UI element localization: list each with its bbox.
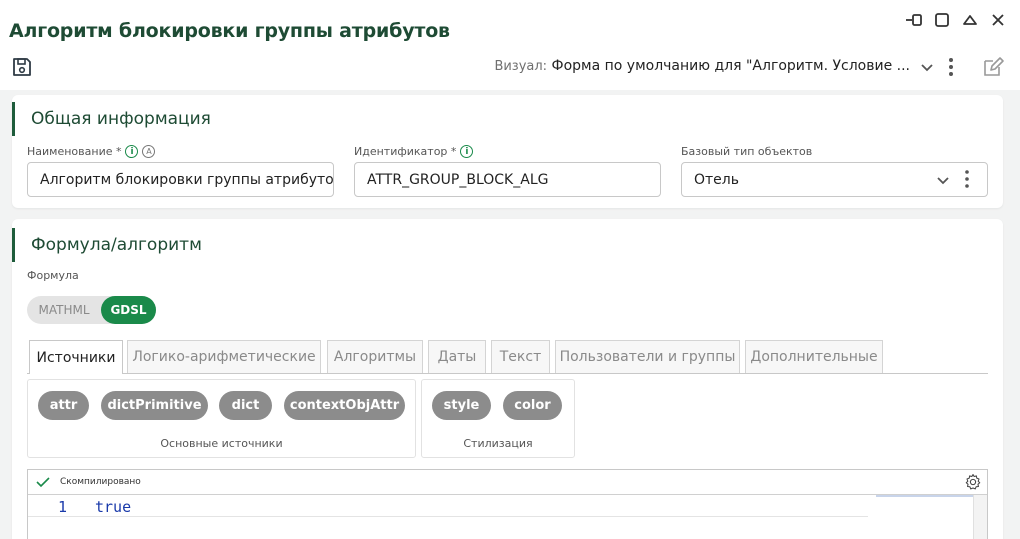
chip-dict-primitive[interactable]: dictPrimitive (101, 391, 208, 420)
info-icon[interactable]: i (460, 145, 474, 158)
compile-status: Скомпилировано (60, 477, 141, 487)
chip-context-obj-attr[interactable]: contextObjAttr (284, 391, 405, 420)
editor-scrollbar[interactable] (973, 495, 987, 539)
toggle-gdsl[interactable]: GDSL (101, 296, 156, 324)
line-number: 1 (58, 498, 68, 516)
chip-style[interactable]: style (432, 391, 491, 420)
formula-label: Формула (27, 269, 79, 282)
type-field-label: Базовый тип объектов (681, 145, 812, 158)
name-field-label: Наименование * i A (27, 145, 156, 158)
general-info-title: Общая информация (12, 102, 211, 136)
page-title: Алгоритм блокировки группы атрибутов (9, 20, 450, 42)
window-controls (900, 10, 1012, 30)
visual-selector[interactable]: Визуал: Форма по умолчанию для "Алгоритм… (494, 58, 910, 74)
check-icon (36, 477, 50, 488)
tab-users-groups[interactable]: Пользователи и группы (555, 340, 740, 373)
main-sources-group: attr dictPrimitive dict contextObjAttr О… (27, 379, 416, 458)
chevron-down-icon (921, 64, 933, 72)
function-tabs: Источники Логико-арифметические Алгоритм… (27, 340, 988, 374)
formula-title: Формула/алгоритм (12, 228, 202, 262)
chip-dict[interactable]: dict (219, 391, 272, 420)
type-label-text: Базовый тип объектов (681, 145, 813, 158)
visual-value: Форма по умолчанию для "Алгоритм. Услови… (551, 58, 910, 74)
identifier-field[interactable]: ATTR_GROUP_BLOCK_ALG (354, 162, 661, 197)
maximize-button[interactable] (928, 10, 956, 30)
tab-sources[interactable]: Источники (29, 340, 123, 374)
code-text[interactable]: true (95, 498, 131, 516)
editor-header: Скомпилировано (28, 470, 987, 495)
minimap-highlight (876, 495, 974, 497)
code-line: 1 true (28, 496, 868, 517)
save-icon (13, 58, 31, 76)
styling-group: style color Стилизация (421, 379, 575, 458)
name-label-text: Наименование * (27, 145, 122, 158)
close-button[interactable] (984, 10, 1012, 30)
name-field[interactable]: Алгоритм блокировки группы атрибутов (27, 162, 334, 197)
tab-algorithms[interactable]: Алгоритмы (327, 340, 423, 373)
tab-logic-arithmetic[interactable]: Логико-арифметические (127, 340, 321, 373)
edit-icon (984, 57, 1004, 76)
formula-type-toggle: MATHML GDSL (27, 296, 156, 324)
id-label-text: Идентификатор * (354, 145, 457, 158)
edit-button[interactable] (981, 55, 1005, 79)
minimize-icon (906, 14, 922, 26)
formula-card: Формула/алгоритм Формула MATHML GDSL Ист… (12, 219, 1003, 539)
chevron-down-icon[interactable] (935, 172, 951, 188)
save-button[interactable] (11, 56, 33, 78)
tab-text[interactable]: Текст (491, 340, 550, 373)
group-caption: Стилизация (463, 437, 533, 450)
base-type-value: Отель (694, 171, 739, 188)
id-field-label: Идентификатор * i (354, 145, 474, 158)
maximize-icon (935, 13, 949, 27)
chip-color[interactable]: color (503, 391, 562, 420)
close-icon (992, 14, 1004, 26)
minimize-button[interactable] (900, 10, 928, 30)
visual-label: Визуал: (494, 59, 548, 74)
tab-additional[interactable]: Дополнительные (745, 340, 883, 373)
tab-dates[interactable]: Даты (428, 340, 486, 373)
toggle-mathml[interactable]: MATHML (27, 296, 101, 324)
code-editor[interactable]: Скомпилировано 1 true (27, 469, 988, 539)
general-info-card: Общая информация Наименование * i A Алго… (12, 95, 1003, 208)
collapse-button[interactable] (956, 10, 984, 30)
visual-dropdown-button[interactable] (918, 58, 936, 76)
info-icon[interactable]: i (125, 145, 139, 158)
visual-menu-button[interactable] (944, 56, 958, 78)
chip-attr[interactable]: attr (38, 391, 89, 420)
collapse-icon (963, 15, 977, 25)
auto-icon[interactable]: A (142, 145, 156, 158)
group-caption: Основные источники (160, 437, 283, 450)
gear-icon[interactable] (964, 473, 982, 491)
kebab-icon (949, 58, 953, 76)
kebab-icon[interactable] (962, 169, 972, 189)
top-bar: Алгоритм блокировки группы атрибутов Виз… (0, 0, 1020, 90)
